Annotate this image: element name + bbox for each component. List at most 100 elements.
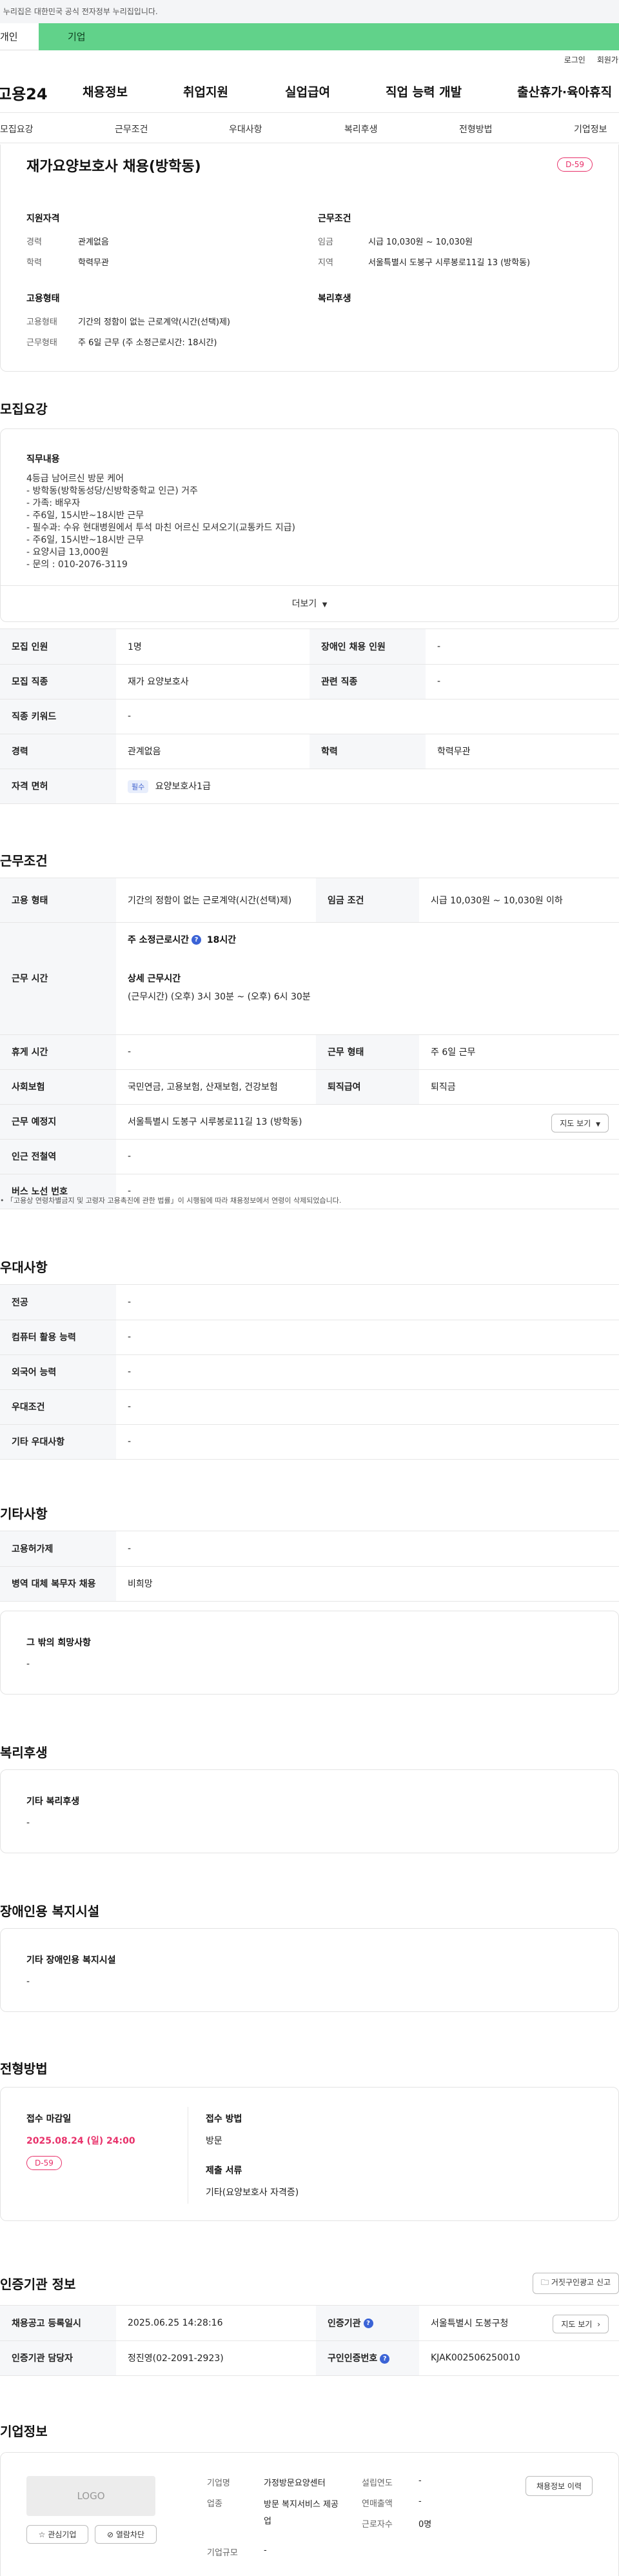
user-type-tabs: 개인 기업 [0,23,619,50]
place-value: 서울특별시 도봉구 시루봉로11길 13 (방학동) [128,1117,302,1127]
report-fake-ad-label: 거짓구인광고 신고 [551,2278,611,2287]
welfare-section-title: 복리후생 [0,1745,48,1760]
cell-value: 퇴직금 [419,1069,619,1105]
cell-value: - [116,1354,619,1390]
place-cell: 서울특별시 도봉구 시루봉로11길 13 (방학동) 지도 보기 ▼ [116,1104,619,1140]
hours-weekly-row: 주 소정근로시간? 18시간 [128,933,607,946]
signup-link[interactable]: 회원가입 [597,54,619,65]
license-cell: 필수 요양보호사1급 [116,769,619,804]
anchor-recruit[interactable]: 모집요강 [0,123,34,136]
table-row: 고용허가제 - [0,1531,619,1567]
more-button[interactable]: 더보기 ▼ [1,585,618,621]
company-sales-label: 연매출액 [362,2499,393,2509]
table-row: 전공 - [0,1285,619,1320]
table-row: 모집 직종 재가 요양보호사 관련 직종 - [0,664,619,699]
cell-label: 근무 형태 [316,1034,419,1070]
cell-label: 기타 우대사항 [0,1424,116,1460]
org-cell: 서울특별시 도봉구청 지도 보기 › [419,2306,619,2341]
cell-label: 모집 직종 [0,664,116,699]
cell-label: 휴게 시간 [0,1034,116,1070]
star-icon: ☆ [38,2530,48,2539]
etc-table: 고용허가제 - 병역 대체 복무자 채용 비희망 [0,1531,619,1602]
help-icon[interactable]: ? [380,2353,390,2364]
table-row: 인근 전철역 - [0,1139,619,1174]
emp-type: 기간의 정함이 없는 근로계약(시간(선택)제) [78,317,231,327]
company-sales: - [418,2497,422,2506]
company-founded-label: 설립연도 [362,2479,393,2488]
cond-wage-label: 임금 [318,237,333,247]
cell-value: - [426,664,619,699]
chevron-down-icon: ▼ [322,601,328,609]
site-logo[interactable]: 고용24 [0,81,48,104]
id-label: 구인인증번호 [328,2353,378,2364]
bullet-icon: • [0,1196,6,1205]
company-name: 가정방문요양센터 [264,2479,326,2488]
anchor-welfare[interactable]: 복리후생 [344,123,378,136]
table-row: 경력 관계없음 학력 학력무관 [0,734,619,769]
cell-label: 자격 면허 [0,769,116,804]
block-icon: ⊘ [106,2530,116,2539]
required-tag: 필수 [128,780,149,793]
cell-value: 정진영(02-2091-2923) [116,2340,316,2376]
nav-jobs[interactable]: 채용정보 [83,83,128,100]
cell-value: 관계없음 [116,734,310,769]
job-summary-card: 재가요양보호사 채용(방학동) D-59 지원자격 경력 관계없음 학력 학력무… [0,145,619,372]
disabled-section-title: 장애인용 복지시설 [0,1904,100,1919]
hours-weekly-label: 주 소정근로시간 [128,934,190,945]
table-row: 휴게 시간 - 근무 형태 주 6일 근무 [0,1034,619,1070]
cell-value: - [426,629,619,665]
util-links: 로그인 회원가입 [0,50,619,68]
cell-value: - [116,699,619,734]
cell-label: 인증기관 담당자 [0,2340,116,2376]
cell-value: - [116,1531,619,1567]
tab-company[interactable]: 기업 [39,23,619,50]
cell-value: 국민연금, 고용보험, 산재보험, 건강보험 [116,1069,316,1105]
anchor-pref[interactable]: 우대사항 [229,123,262,136]
fav-company-button[interactable]: ☆ 관심기업 [26,2525,88,2544]
help-icon[interactable]: ? [363,2319,373,2329]
tab-person[interactable]: 개인 [0,23,39,50]
docs-label: 제출 서류 [206,2166,242,2176]
job-history-button[interactable]: 채용정보 이력 [525,2476,593,2496]
table-row: 병역 대체 복무자 채용 비희망 [0,1566,619,1602]
selection-section-title: 전형방법 [0,2061,48,2077]
anchor-work[interactable]: 근무조건 [115,123,148,136]
hope-card: 그 밖의 희망사항 - [0,1611,619,1695]
cell-value: KJAK002506250010 [419,2340,619,2376]
company-name-label: 기업명 [207,2479,230,2488]
block-view-button[interactable]: ⊘ 열람차단 [95,2525,157,2544]
welfare-box-title: 기타 복리후생 [26,1796,80,1807]
emp-work: 주 6일 근무 (주 소정근로시간: 18시간) [78,338,217,348]
cond-wage: 시급 10,030원 ~ 10,030원 [368,237,473,247]
disabled-card: 기타 장애인용 복지시설 - [0,1928,619,2012]
duty-line: - 필수과: 수유 현대병원에서 투석 마친 어르신 모셔오기(교통카드 지급) [26,523,295,533]
help-icon[interactable]: ? [192,935,202,945]
chevron-down-icon: ▼ [596,1121,600,1128]
cell-label: 근무 예정지 [0,1104,116,1140]
agency-section-title: 인증기관 정보 [0,2277,76,2292]
gov-notice: 이 누리집은 대한민국 공식 전자정부 누리집입니다. [0,0,619,23]
agency-map-button[interactable]: 지도 보기 › [553,2315,609,2333]
nav-training[interactable]: 직업 능력 개발 [386,83,462,100]
docs-value: 기타(요양보호사 자격증) [206,2188,299,2198]
nav-unemployment[interactable]: 실업급여 [285,83,330,100]
cell-value: 재가 요양보호사 [116,664,310,699]
cell-label: 병역 대체 복무자 채용 [0,1566,116,1602]
cell-value: 주 6일 근무 [419,1034,619,1070]
report-fake-ad-button[interactable]: 🗀 거짓구인광고 신고 [533,2273,619,2294]
nav-employment-support[interactable]: 취업지원 [183,83,228,100]
cell-value: 비희망 [116,1566,619,1602]
qual-edu: 학력무관 [78,258,109,268]
hours-detail-label: 상세 근무시간 [128,973,181,984]
nav-leave[interactable]: 출산휴가·육아휴직 [517,83,612,100]
anchor-selection[interactable]: 전형방법 [459,123,493,136]
company-card: LOGO ☆ 관심기업 ⊘ 열람차단 기업명 가정방문요양센터 업종 방문 복지… [0,2452,619,2576]
company-section-title: 기업정보 [0,2424,48,2439]
cell-label: 임금 조건 [316,878,419,923]
login-link[interactable]: 로그인 [564,54,585,65]
emp-type-label: 고용형태 [26,317,57,327]
duty-line: - 주6일, 15시반~18시반 근무 [26,510,144,521]
cell-label: 채용공고 등록일시 [0,2306,116,2341]
map-button[interactable]: 지도 보기 ▼ [551,1113,609,1132]
anchor-company[interactable]: 기업정보 [574,123,607,136]
